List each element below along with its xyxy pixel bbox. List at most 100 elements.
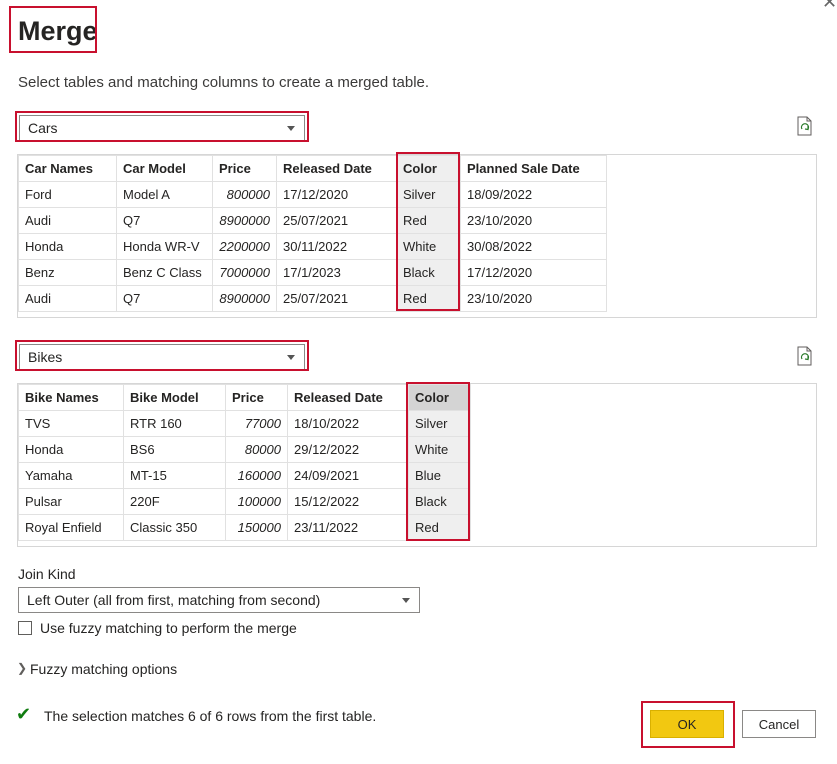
second-table-preview: Bike Names Bike Model Price Released Dat… [17, 383, 817, 547]
table-cell: 25/07/2021 [276, 285, 397, 312]
column-header[interactable]: Bike Names [18, 384, 124, 411]
ok-button[interactable]: OK [650, 710, 724, 738]
table-cell: Red [408, 514, 471, 541]
table-cell: 29/12/2022 [287, 436, 409, 463]
table-cell: 100000 [225, 488, 288, 515]
table-row: Honda BS6 80000 29/12/2022 White [18, 436, 471, 463]
column-header[interactable]: Car Names [18, 155, 117, 182]
table-cell: Pulsar [18, 488, 124, 515]
column-header-selected[interactable]: Color [408, 384, 471, 411]
table-cell: White [396, 233, 461, 260]
table-cell: BS6 [123, 436, 226, 463]
table-cell: 24/09/2021 [287, 462, 409, 489]
table-cell: 30/08/2022 [460, 233, 607, 260]
table-cell: Honda [18, 233, 117, 260]
chevron-down-icon [287, 126, 295, 131]
table-row: TVS RTR 160 77000 18/10/2022 Silver [18, 410, 471, 437]
table-cell: 17/12/2020 [276, 181, 397, 208]
refresh-icon[interactable] [796, 346, 814, 366]
table-cell: 25/07/2021 [276, 207, 397, 234]
table-cell: Q7 [116, 285, 213, 312]
second-table-select[interactable]: Bikes [19, 344, 305, 370]
table-cell: RTR 160 [123, 410, 226, 437]
check-icon: ✔ [16, 704, 32, 724]
table-cell: Yamaha [18, 462, 124, 489]
column-header[interactable]: Price [212, 155, 277, 182]
table-row: Pulsar 220F 100000 15/12/2022 Black [18, 488, 471, 515]
fuzzy-options-toggle[interactable]: Fuzzy matching options [30, 661, 177, 677]
table-row: Honda Honda WR-V 2200000 30/11/2022 Whit… [18, 233, 607, 260]
table-cell: Silver [396, 181, 461, 208]
join-kind-value: Left Outer (all from first, matching fro… [27, 592, 321, 608]
chevron-down-icon [402, 598, 410, 603]
column-header-selected[interactable]: Color [396, 155, 461, 182]
column-header[interactable]: Released Date [287, 384, 409, 411]
table-cell: Benz C Class [116, 259, 213, 286]
table-cell: Honda WR-V [116, 233, 213, 260]
column-header[interactable]: Car Model [116, 155, 213, 182]
first-table-select[interactable]: Cars [19, 115, 305, 141]
join-kind-select[interactable]: Left Outer (all from first, matching fro… [18, 587, 420, 613]
table-cell: 23/11/2022 [287, 514, 409, 541]
refresh-icon[interactable] [796, 116, 814, 136]
chevron-down-icon [287, 355, 295, 360]
fuzzy-matching-checkbox[interactable] [18, 621, 32, 635]
column-header[interactable]: Bike Model [123, 384, 226, 411]
table-cell: 150000 [225, 514, 288, 541]
table-cell: 77000 [225, 410, 288, 437]
table-cell: 2200000 [212, 233, 277, 260]
table-cell: Classic 350 [123, 514, 226, 541]
table-cell: 800000 [212, 181, 277, 208]
table-cell: 220F [123, 488, 226, 515]
table-cell: Black [408, 488, 471, 515]
first-table: Car Names Car Model Price Released Date … [18, 155, 607, 312]
table-cell: 17/1/2023 [276, 259, 397, 286]
table-cell: 8900000 [212, 285, 277, 312]
table-cell: Audi [18, 207, 117, 234]
column-header[interactable]: Planned Sale Date [460, 155, 607, 182]
table-cell: 30/11/2022 [276, 233, 397, 260]
table-cell: 160000 [225, 462, 288, 489]
first-table-select-value: Cars [28, 120, 58, 136]
table-cell: TVS [18, 410, 124, 437]
dialog-subtitle: Select tables and matching columns to cr… [18, 74, 430, 91]
table-cell: Black [396, 259, 461, 286]
table-cell: Red [396, 285, 461, 312]
dialog-title: Merge [18, 16, 98, 46]
table-cell: Silver [408, 410, 471, 437]
column-header[interactable]: Price [225, 384, 288, 411]
table-row: Audi Q7 8900000 25/07/2021 Red 23/10/202… [18, 285, 607, 312]
close-icon[interactable]: ✕ [822, 0, 837, 12]
table-cell: 18/10/2022 [287, 410, 409, 437]
table-cell: Benz [18, 259, 117, 286]
table-cell: Red [396, 207, 461, 234]
cancel-button[interactable]: Cancel [742, 710, 816, 738]
table-cell: White [408, 436, 471, 463]
table-cell: 80000 [225, 436, 288, 463]
match-status-text: The selection matches 6 of 6 rows from t… [44, 708, 377, 724]
table-row: Ford Model A 800000 17/12/2020 Silver 18… [18, 181, 607, 208]
second-table-select-value: Bikes [28, 349, 63, 365]
table-row: Benz Benz C Class 7000000 17/1/2023 Blac… [18, 259, 607, 286]
chevron-right-icon[interactable]: ❯ [17, 661, 27, 675]
table-row: Royal Enfield Classic 350 150000 23/11/2… [18, 514, 471, 541]
table-cell: Audi [18, 285, 117, 312]
table-cell: 8900000 [212, 207, 277, 234]
table-cell: 15/12/2022 [287, 488, 409, 515]
table-cell: Model A [116, 181, 213, 208]
table-row: Yamaha MT-15 160000 24/09/2021 Blue [18, 462, 471, 489]
table-cell: 17/12/2020 [460, 259, 607, 286]
table-cell: Q7 [116, 207, 213, 234]
first-table-preview: Car Names Car Model Price Released Date … [17, 154, 817, 318]
table-cell: 23/10/2020 [460, 285, 607, 312]
table-cell: 7000000 [212, 259, 277, 286]
table-cell: Blue [408, 462, 471, 489]
table-cell: MT-15 [123, 462, 226, 489]
fuzzy-matching-checkbox-label[interactable]: Use fuzzy matching to perform the merge [40, 620, 297, 636]
table-row: Audi Q7 8900000 25/07/2021 Red 23/10/202… [18, 207, 607, 234]
table-cell: Honda [18, 436, 124, 463]
column-header[interactable]: Released Date [276, 155, 397, 182]
join-kind-label: Join Kind [18, 566, 76, 582]
table-cell: 18/09/2022 [460, 181, 607, 208]
table-cell: Ford [18, 181, 117, 208]
